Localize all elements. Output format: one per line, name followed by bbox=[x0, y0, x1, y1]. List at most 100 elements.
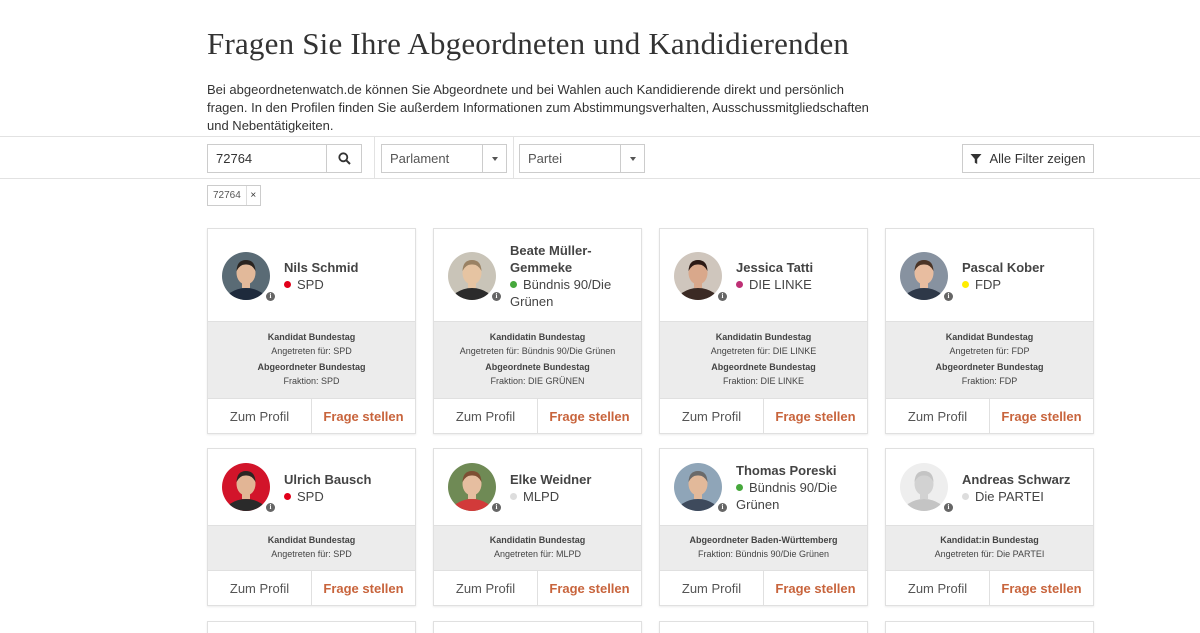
politician-name[interactable]: Ulrich Bausch bbox=[284, 471, 409, 488]
chip-label: 72764 bbox=[213, 190, 241, 201]
role-title: Kandidat:in Bundestag bbox=[940, 535, 1039, 545]
party-name: SPD bbox=[297, 277, 324, 292]
profile-button[interactable]: Zum Profil bbox=[434, 571, 538, 605]
info-icon[interactable]: i bbox=[492, 292, 501, 301]
search-icon bbox=[337, 152, 351, 165]
politician-card bbox=[885, 621, 1094, 633]
card-actions: Zum Profil Frage stellen bbox=[208, 570, 415, 605]
partei-select[interactable]: Partei bbox=[519, 144, 645, 173]
profile-button[interactable]: Zum Profil bbox=[660, 399, 764, 433]
card-header: i Nils Schmid SPD bbox=[208, 229, 415, 322]
party-label: Die PARTEI bbox=[962, 488, 1087, 505]
party-label: Bündnis 90/Die Grünen bbox=[736, 479, 861, 513]
card-actions: Zum Profil Frage stellen bbox=[886, 570, 1093, 605]
card-actions: Zum Profil Frage stellen bbox=[886, 398, 1093, 433]
chevron-down-icon bbox=[482, 145, 506, 172]
role-detail: Angetreten für: DIE LINKE bbox=[710, 345, 817, 356]
ask-question-button[interactable]: Frage stellen bbox=[538, 399, 641, 433]
avatar[interactable] bbox=[900, 252, 948, 300]
card-header: i Beate Müller-Gemmeke Bündnis 90/Die Grün… bbox=[434, 229, 641, 322]
role-detail: Fraktion: FDP bbox=[961, 375, 1018, 386]
politician-card: i Jessica Tatti DIE LINKE Kandidatin Bundes… bbox=[659, 228, 868, 434]
politician-name[interactable]: Pascal Kober bbox=[962, 259, 1087, 276]
search-input[interactable] bbox=[207, 144, 327, 173]
info-icon[interactable]: i bbox=[944, 292, 953, 301]
profile-button[interactable]: Zum Profil bbox=[434, 399, 538, 433]
role-title: Abgeordnete Bundestag bbox=[711, 362, 816, 372]
info-icon[interactable]: i bbox=[944, 503, 953, 512]
ask-question-button[interactable]: Frage stellen bbox=[538, 571, 641, 605]
chip-remove-button[interactable]: × bbox=[245, 186, 260, 205]
politician-card: i Beate Müller-Gemmeke Bündnis 90/Die Grün… bbox=[433, 228, 642, 434]
avatar[interactable] bbox=[448, 252, 496, 300]
avatar[interactable] bbox=[674, 463, 722, 511]
politician-name[interactable]: Nils Schmid bbox=[284, 259, 409, 276]
avatar[interactable] bbox=[222, 252, 270, 300]
party-name: DIE LINKE bbox=[749, 277, 812, 292]
party-name: SPD bbox=[297, 489, 324, 504]
role-title: Abgeordneter Bundestag bbox=[935, 362, 1044, 372]
party-name: Bündnis 90/Die Grünen bbox=[736, 480, 838, 512]
roles-panel: Abgeordneter Baden-Württemberg Fraktion: … bbox=[660, 526, 867, 570]
role-detail: Fraktion: SPD bbox=[283, 375, 340, 386]
role-detail: Angetreten für: MLPD bbox=[493, 548, 582, 559]
politician-card bbox=[207, 621, 416, 633]
ask-question-button[interactable]: Frage stellen bbox=[764, 399, 867, 433]
profile-button[interactable]: Zum Profil bbox=[208, 399, 312, 433]
divider bbox=[374, 137, 375, 178]
avatar[interactable] bbox=[674, 252, 722, 300]
profile-button[interactable]: Zum Profil bbox=[886, 399, 990, 433]
parlament-select[interactable]: Parlament bbox=[381, 144, 507, 173]
avatar[interactable] bbox=[900, 463, 948, 511]
politician-name[interactable]: Beate Müller-Gemmeke bbox=[510, 242, 635, 276]
avatar[interactable] bbox=[222, 463, 270, 511]
party-label: SPD bbox=[284, 276, 409, 293]
info-icon[interactable]: i bbox=[718, 292, 727, 301]
party-label: DIE LINKE bbox=[736, 276, 861, 293]
roles-panel: Kandidat:in Bundestag Angetreten für: Die… bbox=[886, 526, 1093, 570]
role-detail: Angetreten für: SPD bbox=[271, 345, 352, 356]
politician-card: i Ulrich Bausch SPD Kandidat Bundestag Anget… bbox=[207, 448, 416, 606]
politician-name[interactable]: Elke Weidner bbox=[510, 471, 635, 488]
info-icon[interactable]: i bbox=[266, 292, 275, 301]
party-dot bbox=[510, 493, 517, 500]
filter-icon bbox=[970, 153, 982, 164]
politician-card bbox=[433, 621, 642, 633]
party-dot bbox=[284, 281, 291, 288]
info-icon[interactable]: i bbox=[266, 503, 275, 512]
search-button[interactable] bbox=[326, 144, 362, 173]
ask-question-button[interactable]: Frage stellen bbox=[312, 399, 415, 433]
politician-name[interactable]: Thomas Poreski bbox=[736, 462, 861, 479]
politician-card: i Andreas Schwarz Die PARTEI Kandidat:in Bu… bbox=[885, 448, 1094, 606]
profile-button[interactable]: Zum Profil bbox=[208, 571, 312, 605]
partei-select-label: Partei bbox=[528, 151, 562, 166]
profile-button[interactable]: Zum Profil bbox=[660, 571, 764, 605]
roles-panel: Kandidatin Bundestag Angetreten für: DIE … bbox=[660, 322, 867, 398]
divider bbox=[513, 137, 514, 178]
all-filters-label: Alle Filter zeigen bbox=[989, 151, 1086, 166]
all-filters-button[interactable]: Alle Filter zeigen bbox=[962, 144, 1094, 173]
role-detail: Fraktion: DIE LINKE bbox=[722, 375, 805, 386]
card-actions: Zum Profil Frage stellen bbox=[434, 398, 641, 433]
politician-name[interactable]: Jessica Tatti bbox=[736, 259, 861, 276]
roles-panel: Kandidat Bundestag Angetreten für: SPD Abg… bbox=[208, 322, 415, 398]
page-title: Fragen Sie Ihre Abgeordneten und Kandidi… bbox=[207, 26, 850, 61]
roles-panel: Kandidat Bundestag Angetreten für: SPD bbox=[208, 526, 415, 570]
info-icon[interactable]: i bbox=[718, 503, 727, 512]
ask-question-button[interactable]: Frage stellen bbox=[764, 571, 867, 605]
card-header: i Pascal Kober FDP bbox=[886, 229, 1093, 322]
role-title: Kandidatin Bundestag bbox=[715, 332, 812, 342]
ask-question-button[interactable]: Frage stellen bbox=[990, 571, 1093, 605]
role-title: Abgeordneter Baden-Württemberg bbox=[689, 535, 838, 545]
avatar[interactable] bbox=[448, 463, 496, 511]
ask-question-button[interactable]: Frage stellen bbox=[990, 399, 1093, 433]
party-name: FDP bbox=[975, 277, 1001, 292]
card-header: i Thomas Poreski Bündnis 90/Die Grünen bbox=[660, 449, 867, 526]
party-label: FDP bbox=[962, 276, 1087, 293]
party-dot bbox=[284, 493, 291, 500]
ask-question-button[interactable]: Frage stellen bbox=[312, 571, 415, 605]
politician-name[interactable]: Andreas Schwarz bbox=[962, 471, 1087, 488]
profile-button[interactable]: Zum Profil bbox=[886, 571, 990, 605]
role-detail: Angetreten für: Die PARTEI bbox=[934, 548, 1045, 559]
info-icon[interactable]: i bbox=[492, 503, 501, 512]
